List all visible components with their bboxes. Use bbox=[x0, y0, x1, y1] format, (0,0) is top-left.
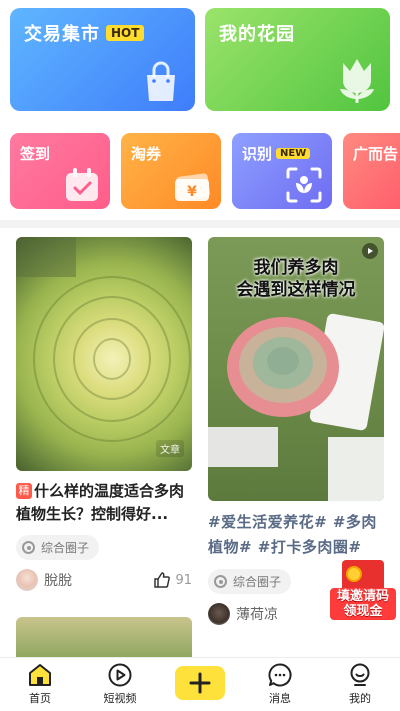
coin-icon bbox=[346, 566, 362, 582]
svg-text:¥: ¥ bbox=[187, 184, 197, 200]
yen-coupon-icon: ¥ bbox=[175, 173, 210, 201]
video-play-icon bbox=[362, 243, 378, 259]
tab-create[interactable] bbox=[168, 662, 232, 700]
circle-tag-label: 综合圈子 bbox=[41, 541, 90, 555]
invite-code-promo[interactable]: 填邀请码 领现金 bbox=[328, 560, 396, 622]
article-tag: 文章 bbox=[156, 440, 184, 457]
garden-title: 我的花园 bbox=[219, 24, 295, 45]
tile-ad[interactable]: 广而告 bbox=[343, 133, 400, 209]
tab-home[interactable]: 首页 bbox=[8, 662, 72, 706]
author-row: 脫脫 91 bbox=[16, 569, 192, 591]
plus-icon bbox=[189, 672, 211, 694]
tab-profile-label: 我的 bbox=[349, 692, 371, 705]
tab-home-label: 首页 bbox=[29, 692, 51, 705]
market-card[interactable]: 交易集市 HOT bbox=[10, 8, 195, 111]
post-title-text: 什么样的温度适合多肉植物生长？控制得好... bbox=[16, 482, 185, 523]
market-card-title-row: 交易集市 HOT bbox=[24, 20, 145, 46]
overlay-line-1: 我们养多肉 bbox=[253, 258, 339, 278]
tile-ad-label: 广而告 bbox=[353, 145, 399, 163]
bottom-tab-bar: 首页 短视频 消息 我的 bbox=[0, 657, 400, 711]
section-divider bbox=[0, 220, 400, 228]
succulent-photo bbox=[16, 237, 191, 442]
overlay-line-2: 会遇到这样情况 bbox=[236, 280, 356, 300]
shopping-bag-icon bbox=[147, 61, 175, 101]
profile-icon bbox=[350, 663, 370, 686]
play-video-icon bbox=[108, 663, 132, 687]
thumbs-up-icon bbox=[154, 572, 171, 588]
circle-tag[interactable]: 综合圈子 bbox=[16, 535, 100, 560]
promo-line-1: 填邀请码 bbox=[336, 589, 389, 604]
scan-plant-icon bbox=[286, 167, 322, 203]
garden-card[interactable]: 我的花园 bbox=[205, 8, 390, 111]
message-icon bbox=[268, 663, 292, 687]
avatar[interactable] bbox=[208, 603, 230, 625]
tab-short-video[interactable]: 短视频 bbox=[88, 662, 152, 706]
circle-icon bbox=[214, 575, 227, 588]
avatar[interactable] bbox=[16, 569, 38, 591]
calendar-check-icon bbox=[66, 168, 98, 201]
circle-icon bbox=[22, 541, 35, 554]
hot-badge: HOT bbox=[106, 25, 145, 41]
new-badge: NEW bbox=[276, 148, 311, 159]
post-title[interactable]: 精什么样的温度适合多肉植物生长？控制得好... bbox=[16, 480, 192, 526]
market-title: 交易集市 bbox=[24, 24, 100, 45]
author-name[interactable]: 薄荷凉 bbox=[236, 604, 278, 624]
feed-post[interactable]: 文章 精什么样的温度适合多肉植物生长？控制得好... 综合圈子 脫脫 91 bbox=[16, 237, 192, 591]
circle-tag-label: 综合圈子 bbox=[233, 575, 282, 589]
tulip-icon bbox=[340, 59, 374, 103]
promo-line-2: 领现金 bbox=[343, 604, 383, 619]
home-icon bbox=[29, 664, 51, 686]
create-post-button[interactable] bbox=[175, 666, 225, 700]
tab-messages[interactable]: 消息 bbox=[248, 662, 312, 706]
promo-text: 填邀请码 领现金 bbox=[330, 588, 396, 620]
post-video-thumbnail[interactable]: 我们养多肉 会遇到这样情况 bbox=[208, 237, 384, 501]
feed-post-partial[interactable] bbox=[16, 617, 192, 657]
tile-checkin[interactable]: 签到 bbox=[10, 133, 110, 209]
featured-badge: 精 bbox=[16, 483, 32, 499]
tile-coupon-label: 淘券 bbox=[131, 145, 162, 163]
like-button[interactable]: 91 bbox=[153, 571, 192, 589]
tile-identify-label: 识别 bbox=[242, 145, 273, 163]
author-name[interactable]: 脫脫 bbox=[44, 570, 72, 590]
post-hashtags[interactable]: #爱生活爱养花# #多肉植物# #打卡多肉圈# bbox=[208, 510, 384, 560]
tab-short-video-label: 短视频 bbox=[103, 692, 137, 705]
tile-coupon[interactable]: 淘券 ¥ bbox=[121, 133, 221, 209]
tab-messages-label: 消息 bbox=[269, 692, 291, 705]
post-image[interactable]: 文章 bbox=[16, 237, 192, 471]
tile-checkin-label: 签到 bbox=[20, 145, 51, 163]
like-count: 91 bbox=[175, 572, 192, 588]
tile-identify-label-row: 识别 NEW bbox=[242, 143, 311, 164]
tile-identify[interactable]: 识别 NEW bbox=[232, 133, 332, 209]
circle-tag[interactable]: 综合圈子 bbox=[208, 569, 292, 594]
video-overlay-caption: 我们养多肉 会遇到这样情况 bbox=[208, 257, 384, 301]
tab-profile[interactable]: 我的 bbox=[328, 662, 392, 706]
